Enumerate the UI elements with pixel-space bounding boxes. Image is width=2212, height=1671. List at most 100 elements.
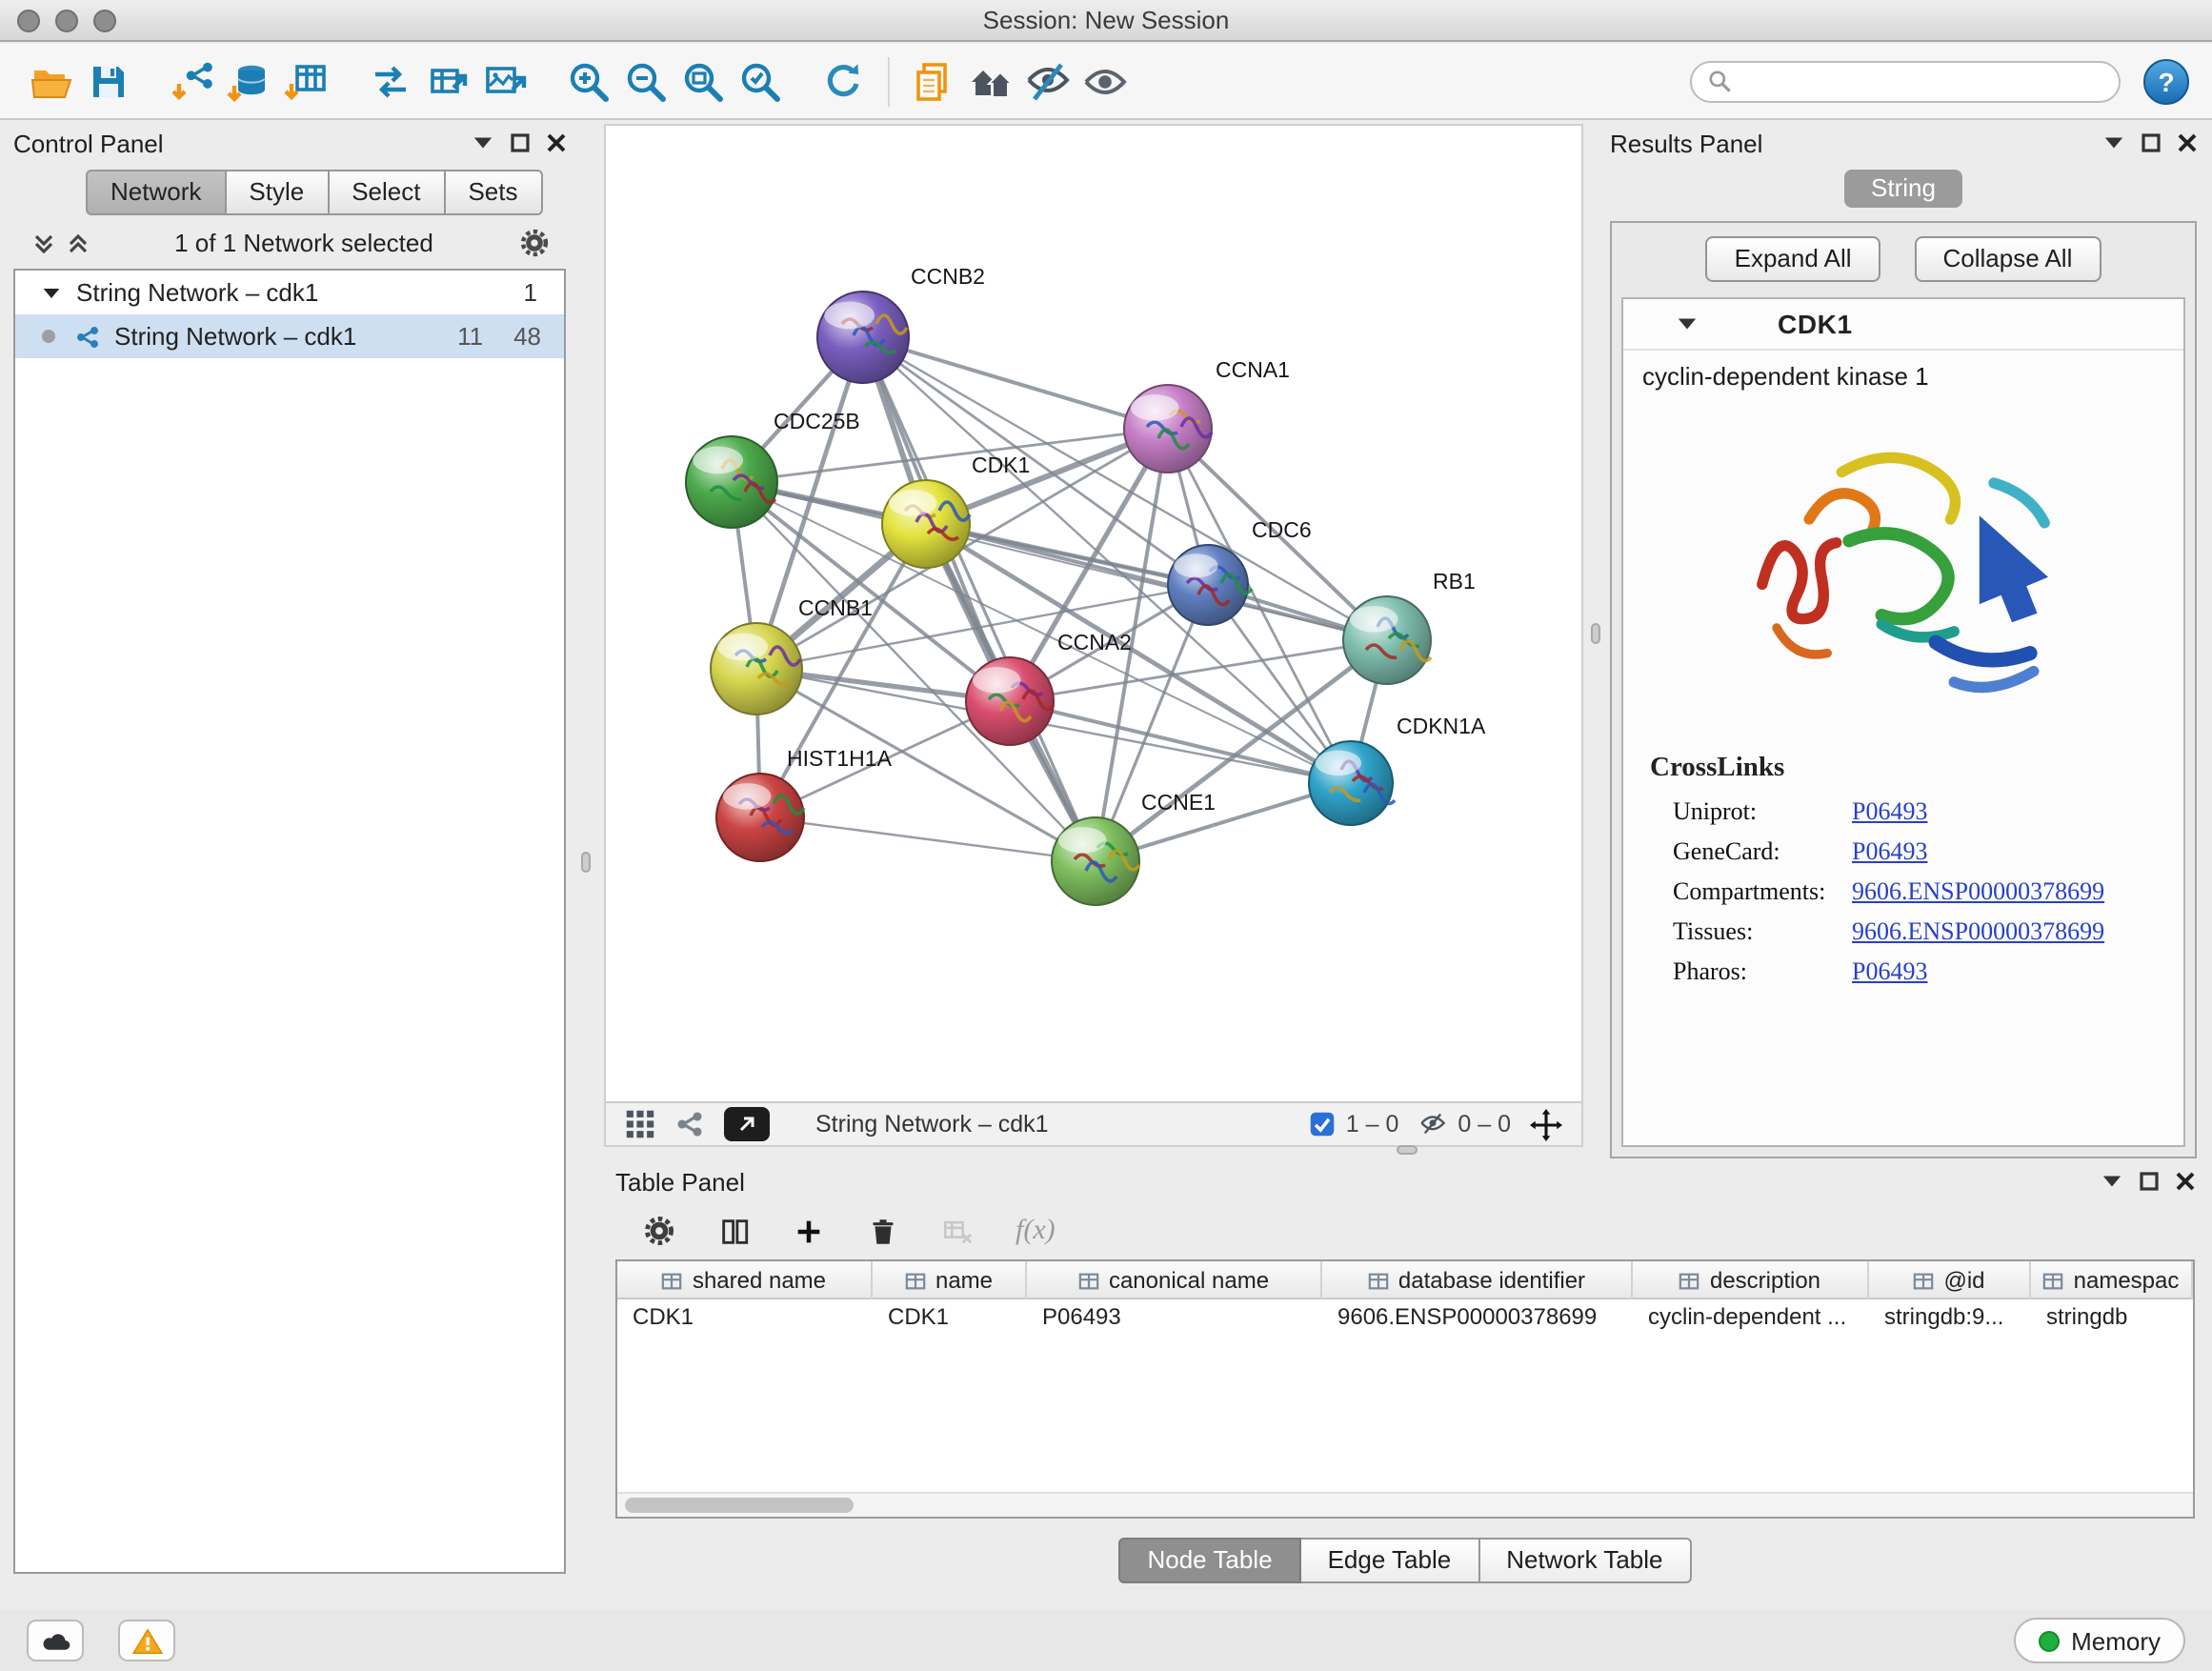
crosslink-link[interactable]: 9606.ENSP00000378699 bbox=[1852, 876, 2104, 907]
pan-move-icon[interactable] bbox=[1530, 1108, 1562, 1140]
zoom-selected-button[interactable] bbox=[732, 52, 789, 110]
cloud-button[interactable] bbox=[27, 1620, 84, 1661]
string-network-icon bbox=[74, 323, 101, 350]
zoom-in-button[interactable] bbox=[560, 52, 617, 110]
hidden-eye-icon[interactable] bbox=[1418, 1111, 1448, 1137]
column-header-shared-name[interactable]: shared name bbox=[617, 1261, 873, 1299]
crosslink-link[interactable]: P06493 bbox=[1852, 956, 1927, 987]
tab-edge-table[interactable]: Edge Table bbox=[1301, 1538, 1480, 1583]
column-grid-icon bbox=[1679, 1270, 1700, 1291]
import-network-icon bbox=[170, 58, 215, 104]
tab-style[interactable]: Style bbox=[226, 170, 329, 215]
zoom-fit-button[interactable] bbox=[674, 52, 732, 110]
column-header-name[interactable]: name bbox=[873, 1261, 1027, 1299]
search-input[interactable] bbox=[1743, 68, 2103, 94]
collapse-all-icon[interactable] bbox=[32, 232, 55, 254]
hide-unhide-button[interactable] bbox=[1019, 52, 1076, 110]
gear-icon[interactable] bbox=[518, 227, 551, 259]
new-network-from-selection-button[interactable] bbox=[362, 52, 419, 110]
network-collection-row[interactable]: String Network – cdk1 1 bbox=[15, 271, 564, 314]
columns-icon[interactable] bbox=[718, 1215, 751, 1247]
protein-name: CDK1 bbox=[1778, 309, 1853, 339]
network-node-CCNB1[interactable]: CCNB1 bbox=[711, 595, 873, 715]
splitter-handle[interactable] bbox=[1591, 623, 1600, 644]
checkbox-icon[interactable] bbox=[1310, 1111, 1337, 1137]
memory-button[interactable]: Memory bbox=[2014, 1618, 2185, 1663]
tab-network[interactable]: Network bbox=[86, 170, 226, 215]
network-node-HIST1H1A[interactable]: HIST1H1A bbox=[716, 746, 893, 861]
window-title: Session: New Session bbox=[0, 6, 2212, 34]
function-builder-icon[interactable]: f(x) bbox=[1016, 1215, 1056, 1247]
expand-all-icon[interactable] bbox=[67, 232, 90, 254]
crosslink-label: Uniprot: bbox=[1673, 796, 1852, 827]
string-home-button[interactable] bbox=[962, 52, 1019, 110]
close-window-button[interactable] bbox=[17, 10, 40, 32]
minimize-window-button[interactable] bbox=[55, 10, 78, 32]
crosslink-link[interactable]: P06493 bbox=[1852, 836, 1927, 867]
export-image-button[interactable] bbox=[476, 52, 533, 110]
network-node-CCNE1[interactable]: CCNE1 bbox=[1052, 790, 1216, 905]
column-header-description[interactable]: description bbox=[1633, 1261, 1869, 1299]
open-session-button[interactable] bbox=[23, 52, 80, 110]
network-node-CDKN1A[interactable]: CDKN1A bbox=[1309, 714, 1486, 825]
tab-select[interactable]: Select bbox=[329, 170, 445, 215]
column-header-canonical-name[interactable]: canonical name bbox=[1027, 1261, 1322, 1299]
disclosure-triangle-icon[interactable] bbox=[42, 285, 61, 300]
import-network-from-database-button[interactable] bbox=[221, 52, 278, 110]
network-canvas[interactable]: CCNB2CCNA1CDC25BCDK1CDC6RB1CCNB1CCNA2CDK… bbox=[606, 126, 1581, 1101]
table-row[interactable]: CDK1CDK1P064939606.ENSP00000378699cyclin… bbox=[617, 1299, 2193, 1336]
crosslink-link[interactable]: 9606.ENSP00000378699 bbox=[1852, 916, 2104, 947]
panel-maximize-icon[interactable] bbox=[2142, 133, 2161, 152]
column-header--id[interactable]: @id bbox=[1869, 1261, 2031, 1299]
save-session-button[interactable] bbox=[80, 52, 137, 110]
splitter-handle[interactable] bbox=[1397, 1145, 1418, 1155]
birdseye-grid-icon[interactable] bbox=[625, 1109, 655, 1139]
tab-sets[interactable]: Sets bbox=[445, 170, 542, 215]
horizontal-scrollbar[interactable] bbox=[617, 1492, 2193, 1517]
gear-icon[interactable] bbox=[642, 1214, 676, 1248]
copy-document-button[interactable] bbox=[905, 52, 962, 110]
help-button[interactable]: ? bbox=[2143, 58, 2189, 104]
show-all-button[interactable] bbox=[1076, 52, 1134, 110]
panel-maximize-icon[interactable] bbox=[2140, 1172, 2159, 1191]
import-table-from-file-button[interactable] bbox=[278, 52, 335, 110]
collapse-all-button[interactable]: Collapse All bbox=[1915, 236, 2101, 282]
zoom-out-button[interactable] bbox=[617, 52, 674, 110]
zoom-selected-icon bbox=[737, 58, 783, 104]
panel-maximize-icon[interactable] bbox=[511, 133, 530, 152]
crosslink-link[interactable]: P06493 bbox=[1852, 796, 1927, 827]
table-cell: 9606.ENSP00000378699 bbox=[1322, 1299, 1633, 1336]
delete-icon[interactable] bbox=[867, 1215, 899, 1247]
node-label: CCNB2 bbox=[911, 264, 985, 289]
panel-close-icon[interactable] bbox=[2176, 1172, 2195, 1191]
column-header-namespac[interactable]: namespac bbox=[2031, 1261, 2193, 1299]
node-count: 11 bbox=[457, 322, 483, 351]
tab-network-table[interactable]: Network Table bbox=[1479, 1538, 1691, 1583]
panel-menu-icon[interactable] bbox=[2101, 1174, 2122, 1189]
share-network-icon[interactable] bbox=[674, 1109, 705, 1139]
warnings-button[interactable] bbox=[118, 1620, 175, 1661]
clone-network-button[interactable] bbox=[419, 52, 476, 110]
import-network-from-file-button[interactable] bbox=[164, 52, 221, 110]
section-collapse-icon[interactable] bbox=[1677, 316, 1698, 332]
zoom-window-button[interactable] bbox=[93, 10, 116, 32]
panel-menu-icon[interactable] bbox=[2103, 135, 2124, 151]
panel-close-icon[interactable] bbox=[2178, 133, 2197, 152]
tab-string[interactable]: String bbox=[1844, 170, 1962, 208]
network-row[interactable]: String Network – cdk1 11 48 bbox=[15, 314, 564, 358]
tab-node-table[interactable]: Node Table bbox=[1118, 1538, 1300, 1583]
scrollbar-thumb[interactable] bbox=[625, 1498, 854, 1513]
table-export-icon bbox=[425, 58, 471, 104]
network-node-RB1[interactable]: RB1 bbox=[1343, 569, 1476, 684]
export-network-button[interactable] bbox=[724, 1107, 770, 1141]
panel-close-icon[interactable] bbox=[547, 133, 566, 152]
network-node-CDK1[interactable]: CDK1 bbox=[882, 453, 1030, 568]
splitter-handle[interactable] bbox=[581, 852, 591, 873]
panel-menu-icon[interactable] bbox=[473, 135, 493, 151]
network-node-CCNA1[interactable]: CCNA1 bbox=[1124, 357, 1290, 473]
add-row-icon[interactable] bbox=[793, 1215, 825, 1247]
expand-all-button[interactable]: Expand All bbox=[1706, 236, 1880, 282]
column-header-database-identifier[interactable]: database identifier bbox=[1322, 1261, 1633, 1299]
apply-layout-button[interactable] bbox=[815, 52, 873, 110]
network-collection-label: String Network – cdk1 bbox=[76, 278, 318, 307]
